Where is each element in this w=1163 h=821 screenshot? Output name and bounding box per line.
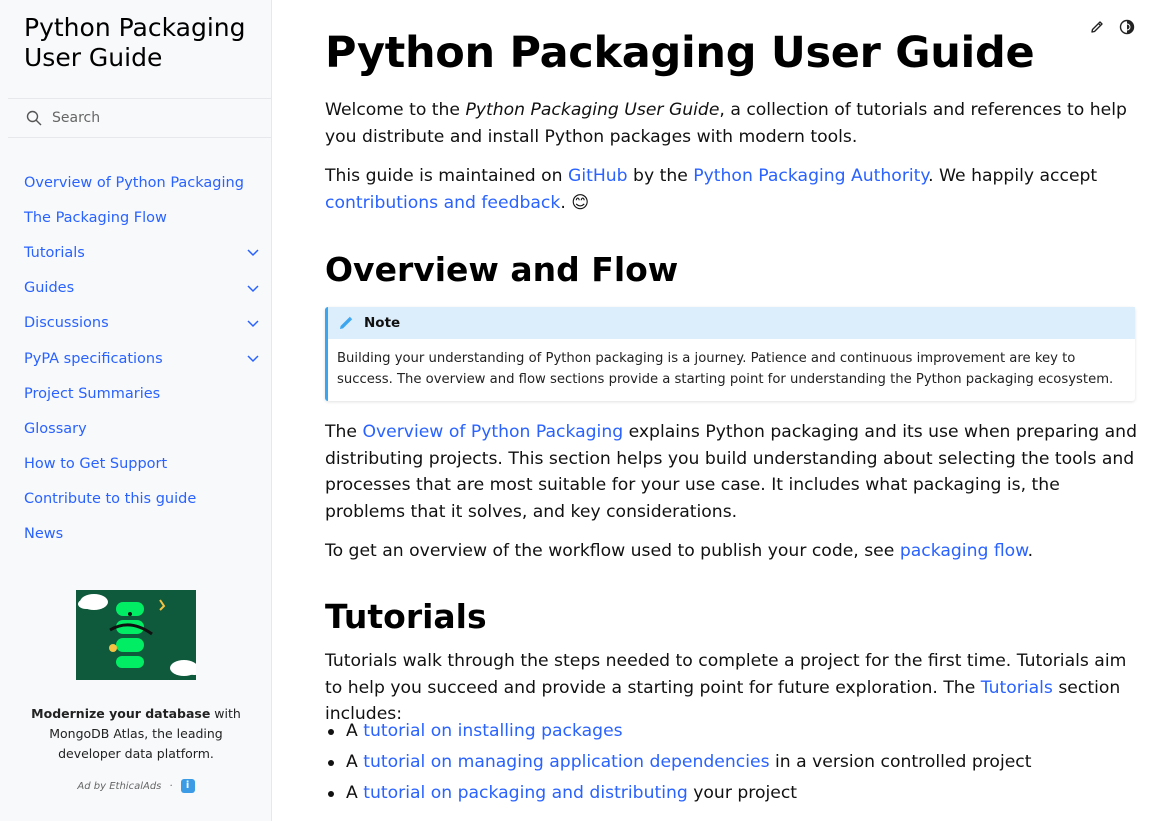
ad-separator: ·: [169, 780, 173, 792]
intro-guide-name: Python Packaging User Guide: [465, 100, 720, 120]
pencil-icon: [340, 316, 353, 329]
section-heading-overview: Overview and Flow: [325, 250, 679, 289]
sidebar-item-label: Glossary: [24, 420, 87, 437]
ad-by-label[interactable]: Ad by EthicalAds: [77, 781, 161, 792]
ad-attribution: Ad by EthicalAds · i: [0, 779, 272, 793]
contributions-link[interactable]: contributions and feedback: [325, 193, 560, 213]
chevron-down-icon[interactable]: [246, 245, 260, 259]
maintained-text-2: by the: [627, 166, 694, 186]
note-header: Note: [328, 307, 1135, 339]
section-heading-tutorials: Tutorials: [325, 597, 487, 636]
maintained-text-3: . We happily accept: [928, 166, 1098, 186]
note-title: Note: [364, 315, 401, 331]
search-input[interactable]: [52, 110, 252, 126]
tutorial-dependencies-link[interactable]: tutorial on managing application depende…: [363, 752, 769, 772]
overview-paragraph: The Overview of Python Packaging explain…: [325, 419, 1137, 525]
list-item: A tutorial on managing application depen…: [325, 747, 1032, 778]
note-body: Building your understanding of Python pa…: [337, 351, 1114, 387]
edit-pencil-icon[interactable]: [1089, 19, 1105, 35]
sidebar-item-label: Guides: [24, 280, 75, 297]
flow-text-end: .: [1027, 541, 1034, 561]
sidebar-item-pypa-specifications[interactable]: PyPA specifications: [0, 341, 272, 376]
overview-text: The: [325, 422, 363, 442]
sidebar-item-glossary[interactable]: Glossary: [0, 411, 272, 446]
sidebar-item-news[interactable]: News: [0, 517, 272, 552]
sidebar-item-label: Project Summaries: [24, 385, 161, 402]
tutorials-list: A tutorial on installing packages A tuto…: [325, 716, 1032, 809]
tutorial-installing-link[interactable]: tutorial on installing packages: [363, 721, 622, 741]
sidebar-item-overview[interactable]: Overview of Python Packaging: [0, 165, 272, 200]
ad-text-bold: Modernize your database: [31, 706, 211, 721]
sidebar-item-guides[interactable]: Guides: [0, 271, 272, 306]
sidebar-item-label: Tutorials: [24, 244, 85, 261]
tutorial-packaging-link[interactable]: tutorial on packaging and distributing: [363, 783, 688, 803]
sidebar-item-packaging-flow[interactable]: The Packaging Flow: [0, 200, 272, 235]
note-admonition: Note Building your understanding of Pyth…: [325, 307, 1135, 401]
sidebar-item-label: Discussions: [24, 315, 109, 332]
search-box[interactable]: [8, 98, 272, 138]
maintained-text: This guide is maintained on: [325, 166, 569, 186]
flow-paragraph: To get an overview of the workflow used …: [325, 538, 1137, 565]
sidebar-item-contribute[interactable]: Contribute to this guide: [0, 482, 272, 517]
page-title: Python Packaging User Guide: [325, 28, 1035, 78]
ad-image[interactable]: [76, 590, 202, 680]
sidebar-item-label: News: [24, 526, 64, 543]
sidebar-item-label: Contribute to this guide: [24, 491, 197, 508]
list-item-prefix: A: [346, 783, 364, 803]
sidebar-item-tutorials[interactable]: Tutorials: [0, 235, 272, 270]
sidebar-item-support[interactable]: How to Get Support: [0, 447, 272, 482]
list-item-suffix: in a version controlled project: [769, 752, 1032, 772]
sidebar-item-discussions[interactable]: Discussions: [0, 306, 272, 341]
sidebar: Python Packaging User Guide Overview of …: [0, 0, 272, 821]
sidebar-item-label: PyPA specifications: [24, 350, 163, 367]
maintained-paragraph: This guide is maintained on GitHub by th…: [325, 163, 1137, 216]
packaging-flow-link[interactable]: packaging flow: [900, 541, 1028, 561]
theme-toggle-icon[interactable]: [1119, 19, 1135, 35]
github-link[interactable]: GitHub: [568, 166, 628, 186]
sidebar-item-label: How to Get Support: [24, 456, 168, 473]
list-item-prefix: A: [346, 721, 364, 741]
overview-link[interactable]: Overview of Python Packaging: [362, 422, 623, 442]
info-icon[interactable]: i: [180, 779, 195, 793]
pypa-link[interactable]: Python Packaging Authority: [693, 166, 928, 186]
sidebar-item-label: Overview of Python Packaging: [24, 174, 244, 191]
list-item: A tutorial on packaging and distributing…: [325, 778, 1032, 809]
sidebar-item-project-summaries[interactable]: Project Summaries: [0, 376, 272, 411]
maintained-text-4: . 😊: [560, 192, 590, 213]
intro-text: Welcome to the: [325, 100, 466, 120]
search-icon: [26, 110, 42, 126]
ad-text[interactable]: Modernize your database with MongoDB Atl…: [0, 704, 272, 764]
ethical-ad: Modernize your database with MongoDB Atl…: [0, 590, 272, 793]
tutorials-link[interactable]: Tutorials: [981, 678, 1053, 698]
chevron-down-icon[interactable]: [246, 316, 260, 330]
flow-text: To get an overview of the workflow used …: [325, 541, 900, 561]
list-item-prefix: A: [346, 752, 364, 772]
list-item-suffix: your project: [687, 783, 798, 803]
page-actions: [1089, 19, 1135, 35]
list-item: A tutorial on installing packages: [325, 716, 1032, 747]
intro-paragraph: Welcome to the Python Packaging User Gui…: [325, 97, 1137, 150]
sidebar-nav: Overview of Python Packaging The Packagi…: [0, 165, 272, 552]
chevron-down-icon[interactable]: [246, 281, 260, 295]
chevron-down-icon[interactable]: [246, 351, 260, 365]
sidebar-item-label: The Packaging Flow: [24, 209, 167, 226]
site-title[interactable]: Python Packaging User Guide: [24, 13, 271, 73]
